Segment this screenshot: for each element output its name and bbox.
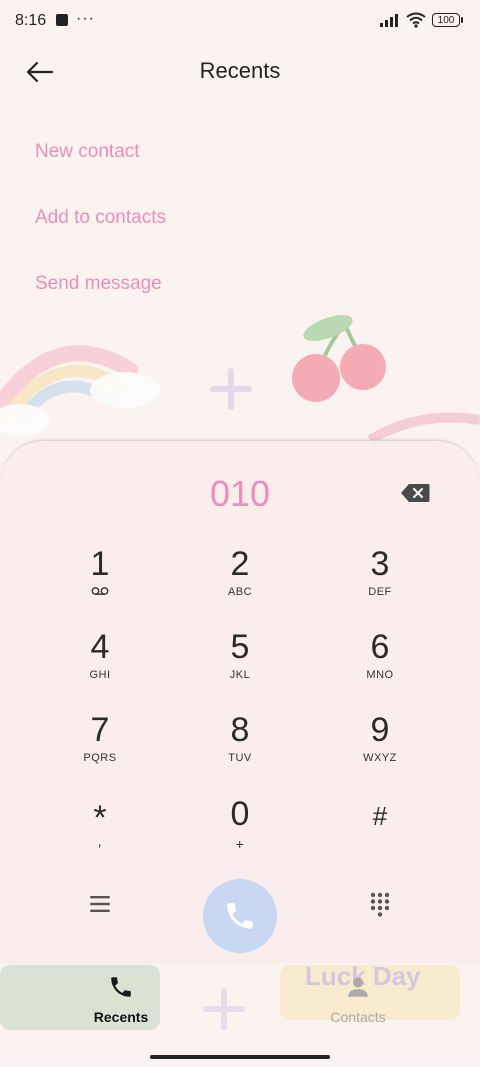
key-0[interactable]: 0 + (180, 795, 300, 871)
key-star[interactable]: * , (40, 799, 160, 875)
key-4[interactable]: 4 GHI (40, 628, 160, 704)
tab-contacts[interactable]: Contacts (288, 974, 428, 1025)
signal-icon (380, 14, 398, 27)
more-notifications-icon: ··· (76, 10, 95, 27)
status-time: 8:16 (15, 12, 47, 29)
tab-recents-label: Recents (93, 1009, 149, 1025)
dialpad-icon[interactable] (370, 892, 390, 918)
bottom-tab-bar: Recents Contacts (0, 962, 480, 1067)
backspace-icon[interactable] (400, 483, 430, 503)
sparkle-decoration (210, 368, 252, 410)
phone-icon (111, 977, 131, 997)
add-to-contacts-link[interactable]: Add to contacts (35, 207, 166, 229)
menu-icon[interactable] (89, 895, 111, 913)
status-bar: 8:16 ··· 100 (0, 0, 480, 42)
key-6[interactable]: 6 MNO (320, 628, 440, 704)
key-9[interactable]: 9 WXYZ (320, 711, 440, 787)
new-contact-link[interactable]: New contact (35, 141, 140, 163)
key-7[interactable]: 7 PQRS (40, 711, 160, 787)
page-title: Recents (199, 58, 281, 83)
cherry-decoration (292, 315, 386, 402)
status-icons: 100 (380, 12, 463, 28)
tab-recents[interactable]: Recents (51, 974, 191, 1025)
dialpad-panel: 010 1 2 ABC 3 DEF 4 GHI 5 JKL 6 MNO 7 PQ… (0, 440, 480, 963)
call-button[interactable] (203, 879, 277, 953)
key-5[interactable]: 5 JKL (180, 628, 300, 704)
app-header: Recents (0, 42, 480, 100)
person-icon (348, 977, 368, 997)
phone-icon (227, 903, 253, 929)
key-3[interactable]: 3 DEF (320, 545, 440, 621)
tab-contacts-label: Contacts (330, 1009, 386, 1025)
voicemail-icon (91, 587, 109, 595)
key-8[interactable]: 8 TUV (180, 711, 300, 787)
battery-icon: 100 (432, 13, 463, 27)
notification-square-icon (56, 14, 68, 26)
key-1[interactable]: 1 (40, 545, 160, 621)
wifi-icon (406, 12, 426, 28)
rainbow-decoration (0, 345, 160, 436)
key-2[interactable]: 2 ABC (180, 545, 300, 621)
key-hash[interactable]: # (320, 797, 440, 873)
send-message-link[interactable]: Send message (35, 273, 162, 295)
home-indicator[interactable] (150, 1055, 330, 1059)
